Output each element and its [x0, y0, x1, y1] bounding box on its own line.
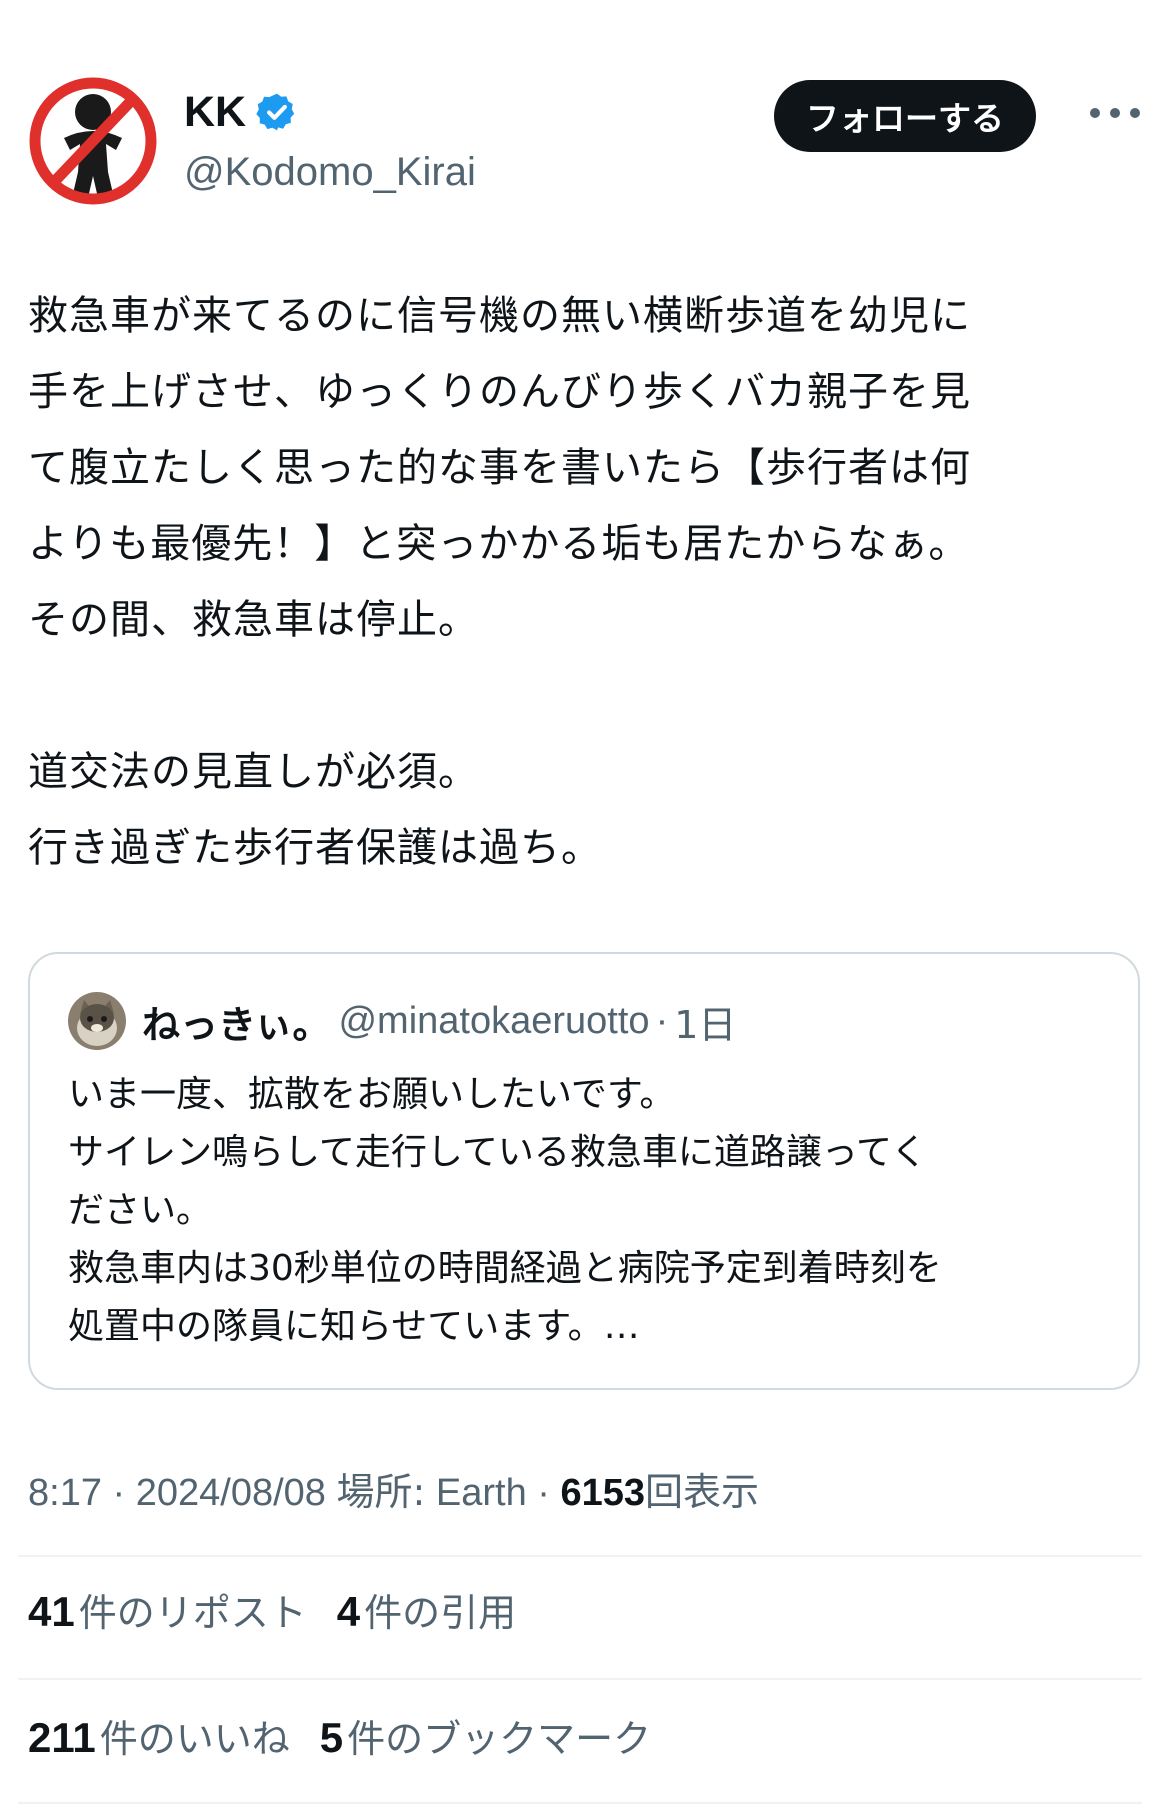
quote-text: いま一度、拡散をお願いしたいです。 サイレン鳴らして走行している救急車に道路譲っ…: [68, 1074, 942, 1347]
views-count: 6153: [560, 1472, 646, 1514]
follow-button[interactable]: フォローする: [774, 80, 1036, 152]
quote-author-handle: @minatokaeruotto: [338, 999, 650, 1042]
quote-separator: ·: [655, 999, 669, 1042]
author-handle[interactable]: @Kodomo_Kirai: [184, 148, 476, 196]
tweet-location: Earth: [435, 1472, 527, 1514]
more-dot: [1110, 108, 1120, 118]
cat-avatar-icon: [68, 992, 126, 1050]
quoted-tweet[interactable]: ねっきぃ。 @minatokaeruotto · 1日 いま一度、拡散をお願いし…: [28, 952, 1140, 1390]
divider: [18, 1678, 1142, 1680]
bookmarks-label: 件のブックマーク: [347, 1717, 652, 1761]
divider: [18, 1555, 1142, 1557]
likes-label: 件のいいね: [99, 1717, 290, 1761]
meta-separator: ·: [537, 1472, 550, 1514]
tweet-meta: 8:17 · 2024/08/08 場所: Earth · 6153回表示: [28, 1462, 759, 1523]
stats-row-likes: 211 件のいいね 5 件のブックマーク: [28, 1708, 681, 1769]
meta-separator: ·: [112, 1472, 126, 1514]
verified-badge-icon: [256, 93, 295, 131]
reposts-count: 41: [28, 1588, 75, 1635]
author-name[interactable]: KK: [184, 88, 298, 136]
tweet-text: 救急車が来てるのに信号機の無い横断歩道を幼児に 手を上げさせ、ゆっくりのんびり歩…: [28, 293, 971, 871]
no-children-icon: [28, 76, 158, 206]
tweet-date[interactable]: 2024/08/08: [136, 1472, 326, 1514]
more-dot: [1130, 108, 1140, 118]
likes-stat[interactable]: 211 件のいいね: [28, 1708, 290, 1769]
quote-timestamp: 1日: [674, 1002, 737, 1047]
quotes-stat[interactable]: 4 件の引用: [337, 1582, 516, 1643]
stats-row-reposts: 41 件のリポスト 4 件の引用: [28, 1582, 546, 1643]
quotes-label: 件の引用: [364, 1591, 517, 1635]
bookmarks-count: 5: [319, 1714, 344, 1761]
quote-author-name: ねっきぃ。: [142, 1002, 331, 1047]
reposts-stat[interactable]: 41 件のリポスト: [28, 1582, 307, 1643]
tweet-header: KK @Kodomo_Kirai フォローする: [28, 76, 1140, 212]
more-options-icon[interactable]: [1090, 98, 1140, 128]
likes-count: 211: [28, 1714, 96, 1761]
bookmarks-stat[interactable]: 5 件のブックマーク: [320, 1708, 651, 1769]
quote-author-avatar: [68, 992, 126, 1050]
author-avatar[interactable]: [28, 76, 158, 206]
more-dot: [1090, 108, 1100, 118]
tweet-time[interactable]: 8:17: [28, 1472, 102, 1514]
author-display-name[interactable]: KK: [184, 88, 246, 136]
quotes-count: 4: [336, 1588, 361, 1635]
quote-header: ねっきぃ。 @minatokaeruotto · 1日: [142, 992, 736, 1050]
reposts-label: 件のリポスト: [78, 1591, 307, 1635]
views-label: 回表示: [645, 1470, 760, 1514]
divider: [18, 1802, 1142, 1804]
location-label: 場所:: [336, 1470, 426, 1514]
